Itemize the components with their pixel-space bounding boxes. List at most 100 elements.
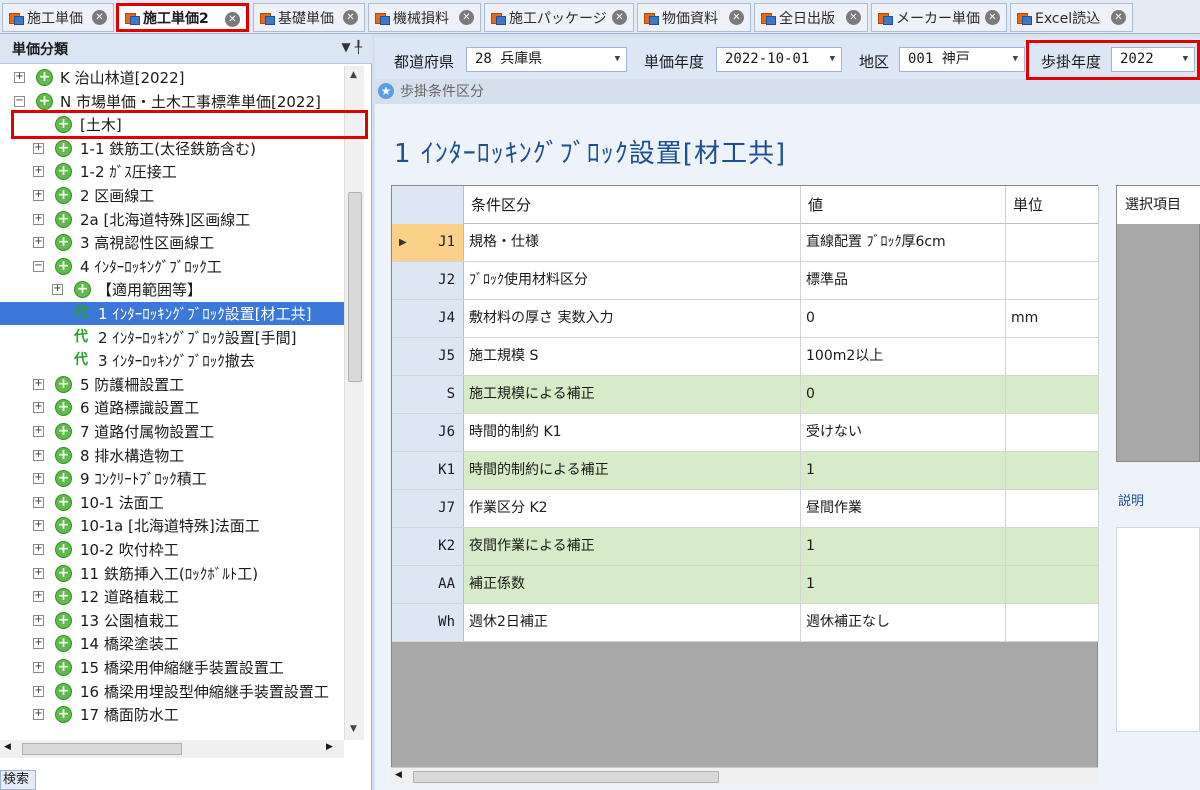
tree-item[interactable]: 代 3 ｲﾝﾀｰﾛｯｷﾝｸﾞﾌﾞﾛｯｸ撤去 (0, 349, 344, 372)
expand-icon[interactable]: + (33, 166, 44, 178)
tree-item[interactable]: + +17 橋面防水工 (0, 703, 344, 726)
expand-icon[interactable]: + (33, 709, 44, 721)
tree-item[interactable]: + +7 道路付属物設置工 (0, 420, 344, 443)
row-header[interactable]: AA (392, 566, 464, 603)
row-header[interactable]: K1 (392, 452, 464, 489)
cell-unit[interactable] (1006, 262, 1099, 299)
tree-item[interactable]: + +11 鉄筋挿入工(ﾛｯｸﾎﾞﾙﾄ工) (0, 562, 344, 585)
row-header[interactable]: K2 (392, 528, 464, 565)
price-year-select[interactable]: 2022-10-01 ▼ (716, 47, 842, 72)
cell-cond[interactable]: 施工規模 S (464, 338, 801, 375)
search-tab[interactable]: 検索 (0, 770, 36, 790)
scroll-thumb[interactable] (348, 192, 362, 382)
tab-sekou-tanka[interactable]: 施工単価 ✕ (2, 3, 114, 32)
close-icon[interactable]: ✕ (729, 10, 744, 25)
cell-unit[interactable] (1006, 376, 1099, 413)
row-header[interactable]: J5 (392, 338, 464, 375)
tree-item[interactable]: + +1-1 鉄筋工(太径鉄筋含む) (0, 137, 344, 160)
table-row[interactable]: AA 補正係数 1 (392, 566, 1099, 604)
collapse-icon[interactable]: − (33, 260, 44, 272)
area-select[interactable]: 001 神戸 ▼ (899, 47, 1025, 72)
tree-item[interactable]: + +8 排水構造物工 (0, 444, 344, 467)
tree-item[interactable]: + +9 ｺﾝｸﾘｰﾄﾌﾞﾛｯｸ積工 (0, 467, 344, 490)
expand-icon[interactable]: + (33, 237, 44, 249)
tab-maker-tanka[interactable]: メーカー単価 ✕ (871, 3, 1007, 32)
cell-unit[interactable] (1006, 490, 1099, 527)
cell-unit[interactable] (1006, 452, 1099, 489)
table-row[interactable]: J7 作業区分 K2 昼間作業 (392, 490, 1099, 528)
row-header[interactable]: Wh (392, 604, 464, 641)
cell-cond[interactable]: 週休2日補正 (464, 604, 801, 641)
expand-icon[interactable]: + (33, 496, 44, 508)
tab-kikai-sonryo[interactable]: 機械損料 ✕ (368, 3, 481, 32)
row-header[interactable]: J4 (392, 300, 464, 337)
tree-item[interactable]: 代 1 ｲﾝﾀｰﾛｯｷﾝｸﾞﾌﾞﾛｯｸ設置[材工共] (0, 302, 344, 325)
cell-value[interactable]: 0 (801, 376, 1006, 413)
scroll-right-icon[interactable]: ▶ (326, 742, 333, 752)
expand-icon[interactable]: + (33, 614, 44, 626)
expand-icon[interactable]: + (33, 520, 44, 532)
grid-horizontal-scrollbar[interactable]: ◀ (391, 767, 1098, 785)
tree-item[interactable]: + +2 区画線工 (0, 184, 344, 207)
cell-cond[interactable]: 施工規模による補正 (464, 376, 801, 413)
cell-cond[interactable]: 時間的制約 K1 (464, 414, 801, 451)
tree-item[interactable]: + + 【適用範囲等】 (0, 278, 344, 301)
table-row[interactable]: J1 ▶ 規格・仕様 直線配置 ﾌﾞﾛｯｸ厚6cm (392, 224, 1099, 262)
expand-icon[interactable]: + (33, 473, 44, 485)
cell-value[interactable]: 標準品 (801, 262, 1006, 299)
table-row[interactable]: K2 夜間作業による補正 1 (392, 528, 1099, 566)
expand-icon[interactable]: + (33, 449, 44, 461)
scroll-thumb[interactable] (22, 743, 182, 755)
column-header-value[interactable]: 値 (801, 186, 1006, 224)
row-header[interactable]: J2 (392, 262, 464, 299)
cell-cond[interactable]: 作業区分 K2 (464, 490, 801, 527)
expand-icon[interactable]: + (33, 378, 44, 390)
table-row[interactable]: J4 敷材料の厚さ 実数入力 0 mm (392, 300, 1099, 338)
close-icon[interactable]: ✕ (343, 10, 358, 25)
tab-bukka-shiryo[interactable]: 物価資料 ✕ (637, 3, 751, 32)
cell-value[interactable]: 直線配置 ﾌﾞﾛｯｸ厚6cm (801, 224, 1006, 261)
cell-value[interactable]: 100m2以上 (801, 338, 1006, 375)
close-icon[interactable]: ✕ (985, 10, 1000, 25)
cell-cond[interactable]: 敷材料の厚さ 実数入力 (464, 300, 801, 337)
scroll-up-icon[interactable]: ▲ (350, 70, 357, 80)
column-header-condition[interactable]: 条件区分 (464, 186, 801, 224)
prefecture-select[interactable]: 28 兵庫県 ▼ (466, 47, 627, 72)
cell-value[interactable]: 1 (801, 528, 1006, 565)
tree-item[interactable]: + +1-2 ｶﾞｽ圧接工 (0, 160, 344, 183)
expand-icon[interactable]: + (33, 142, 44, 154)
tab-excel-import[interactable]: Excel読込 ✕ (1010, 3, 1133, 32)
tree-item[interactable]: + +15 橋梁用伸縮継手装置設置工 (0, 656, 344, 679)
close-icon[interactable]: ✕ (612, 10, 627, 25)
close-icon[interactable]: ✕ (846, 10, 861, 25)
cell-cond[interactable]: 規格・仕様 (464, 224, 801, 261)
table-row[interactable]: K1 時間的制約による補正 1 (392, 452, 1099, 490)
grid-corner[interactable] (392, 186, 464, 224)
tree-vertical-scrollbar[interactable]: ▲ ▼ (344, 66, 364, 740)
table-row[interactable]: J2 ﾌﾞﾛｯｸ使用材料区分 標準品 (392, 262, 1099, 300)
expand-icon[interactable]: + (33, 685, 44, 697)
cell-value[interactable]: 1 (801, 452, 1006, 489)
expand-icon[interactable]: + (33, 544, 44, 555)
scroll-thumb[interactable] (413, 771, 719, 783)
tab-kiso-tanka[interactable]: 基礎単価 ✕ (253, 3, 365, 32)
cell-unit[interactable] (1006, 566, 1099, 603)
tree-item[interactable]: + +16 橋梁用埋設型伸縮継手装置設置工 (0, 680, 344, 703)
cell-cond[interactable]: ﾌﾞﾛｯｸ使用材料区分 (464, 262, 801, 299)
tree-item[interactable]: − +4 ｲﾝﾀｰﾛｯｷﾝｸﾞﾌﾞﾛｯｸ工 (0, 255, 344, 278)
close-icon[interactable]: ✕ (459, 10, 474, 25)
tree-item[interactable]: − + N 市場単価・土木工事標準単価[2022] (0, 90, 344, 113)
tree-item[interactable]: + +3 高視認性区画線工 (0, 231, 344, 254)
tree-item[interactable]: + +5 防護柵設置工 (0, 373, 344, 396)
table-row[interactable]: Wh 週休2日補正 週休補正なし (392, 604, 1099, 642)
tree-item[interactable]: + [土木] (0, 113, 344, 136)
condition-tab[interactable]: ★ 歩掛条件区分 (378, 80, 484, 102)
expand-icon[interactable]: + (33, 591, 44, 603)
cell-unit[interactable] (1006, 604, 1099, 641)
cell-value[interactable]: 0 (801, 300, 1006, 337)
rate-year-select[interactable]: 2022 ▼ (1111, 47, 1195, 72)
expand-icon[interactable]: + (33, 638, 44, 650)
expand-icon[interactable]: + (33, 190, 44, 201)
cell-value[interactable]: 受けない (801, 414, 1006, 451)
tab-sekou-tanka-2[interactable]: 施工単価2 ✕ (116, 3, 249, 32)
